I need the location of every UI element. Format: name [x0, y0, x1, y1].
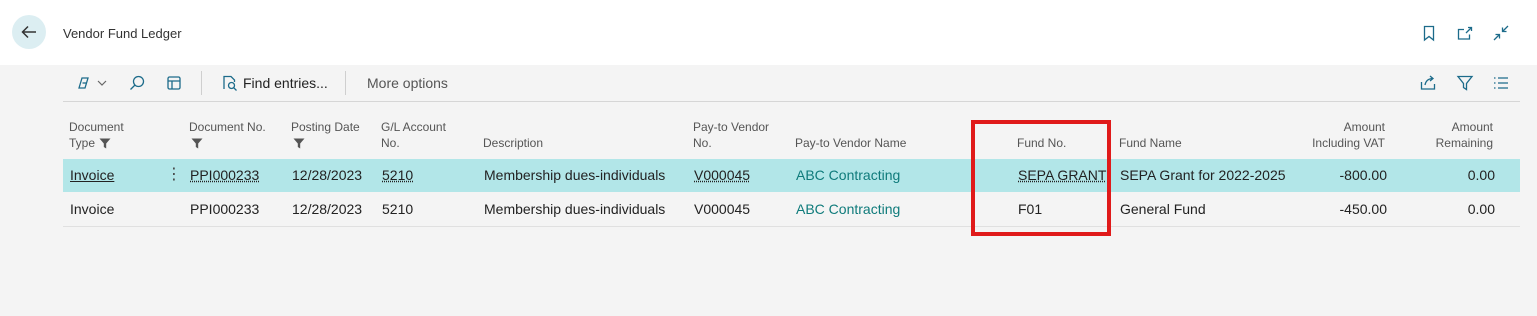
fund-name-cell: SEPA Grant for 2022-2025 — [1120, 167, 1286, 183]
list-view-button[interactable] — [1492, 74, 1510, 92]
column-header-label: Including VAT — [1312, 136, 1385, 150]
column-header-label: Fund Name — [1119, 136, 1182, 150]
column-header-amount-remaining[interactable]: Amount Remaining — [1403, 119, 1493, 151]
document-type-cell[interactable]: Invoice — [70, 193, 114, 226]
column-header-description[interactable]: Description — [483, 135, 543, 151]
amount-including-vat-cell: -800.00 — [1339, 167, 1387, 183]
column-header-fund-no[interactable]: Fund No. — [1017, 135, 1066, 151]
more-options-button[interactable]: More options — [367, 74, 448, 92]
filter-button[interactable] — [1456, 74, 1474, 92]
column-header-label: No. — [381, 136, 400, 150]
pay-to-vendor-name-cell[interactable]: ABC Contracting — [796, 193, 900, 226]
back-arrow-icon — [21, 25, 36, 39]
action-bar: Find entries... More options — [63, 65, 1520, 102]
pay-to-vendor-name-cell[interactable]: ABC Contracting — [796, 159, 900, 192]
document-no-cell[interactable]: PPI000233 — [190, 159, 259, 192]
column-header-label: No. — [693, 136, 712, 150]
toolbar-divider — [201, 71, 202, 95]
copilot-menu-button[interactable] — [75, 74, 108, 92]
pay-to-vendor-no-cell[interactable]: V000045 — [694, 159, 750, 192]
chevron-down-icon — [97, 80, 107, 86]
gl-account-no-cell[interactable]: 5210 — [382, 159, 413, 192]
fund-no-cell[interactable]: F01 — [1018, 193, 1042, 226]
pay-to-vendor-no-cell[interactable]: V000045 — [694, 193, 750, 226]
column-header-label: Amount — [1451, 120, 1493, 134]
edit-list-button[interactable] — [165, 74, 183, 92]
amount-remaining-cell: 0.00 — [1467, 201, 1495, 217]
page-title: Vendor Fund Ledger — [63, 26, 182, 41]
column-header-fund-name[interactable]: Fund Name — [1119, 135, 1182, 151]
fund-name-cell: General Fund — [1120, 201, 1206, 217]
gl-account-no-cell[interactable]: 5210 — [382, 193, 413, 226]
column-header-document-no[interactable]: Document No. — [189, 119, 266, 151]
column-header-gl-account-no[interactable]: G/L Account No. — [381, 119, 446, 151]
share-button[interactable] — [1419, 74, 1437, 92]
filter-icon — [293, 138, 305, 149]
column-header-amount-including-vat[interactable]: Amount Including VAT — [1285, 119, 1385, 151]
column-header-pay-to-vendor-no[interactable]: Pay-to Vendor No. — [693, 119, 769, 151]
row-actions-menu[interactable]: ⋮ — [166, 159, 182, 192]
filter-icon — [99, 138, 111, 149]
find-entries-icon — [223, 75, 237, 91]
amount-including-vat-cell: -450.00 — [1339, 201, 1387, 217]
find-entries-button[interactable]: Find entries... — [221, 74, 328, 92]
fund-no-cell[interactable]: SEPA GRANT — [1018, 159, 1106, 192]
amount-remaining-cell: 0.00 — [1467, 167, 1495, 183]
column-header-label: Remaining — [1435, 136, 1493, 150]
column-header-label: Posting Date — [291, 120, 360, 134]
open-new-window-icon[interactable] — [1456, 24, 1474, 42]
filter-icon — [191, 138, 203, 149]
toolbar-divider — [345, 71, 346, 95]
column-header-posting-date[interactable]: Posting Date — [291, 119, 360, 151]
column-header-label: Type — [69, 136, 96, 150]
collapse-icon[interactable] — [1492, 24, 1510, 42]
list-view-icon — [1494, 77, 1508, 89]
back-button[interactable] — [12, 15, 46, 49]
column-header-pay-to-vendor-name[interactable]: Pay-to Vendor Name — [795, 135, 906, 151]
column-header-label: Amount — [1343, 120, 1385, 134]
column-header-label: Document — [69, 120, 124, 134]
description-cell: Membership dues-individuals — [484, 201, 666, 217]
find-entries-label: Find entries... — [243, 75, 328, 91]
column-header-label: G/L Account — [381, 120, 446, 134]
posting-date-cell: 12/28/2023 — [292, 201, 363, 217]
table-row[interactable]: Invoice PPI000233 12/28/2023 5210 Member… — [63, 193, 1520, 227]
description-cell: Membership dues-individuals — [484, 167, 666, 183]
bookmark-icon[interactable] — [1420, 24, 1438, 42]
column-header-label: Document No. — [189, 120, 266, 134]
table-row[interactable]: Invoice ⋮ PPI000233 12/28/2023 5210 Memb… — [63, 159, 1520, 192]
column-header-label: Pay-to Vendor Name — [795, 136, 907, 150]
more-options-label: More options — [367, 75, 448, 91]
share-icon — [1420, 75, 1436, 90]
document-no-cell[interactable]: PPI000233 — [190, 193, 259, 226]
column-header-label: Description — [483, 136, 544, 150]
column-header-label: Fund No. — [1017, 136, 1067, 150]
edit-list-icon — [167, 76, 181, 90]
copilot-icon — [78, 77, 89, 89]
filter-icon — [1456, 75, 1474, 91]
search-button[interactable] — [128, 74, 146, 92]
document-type-cell[interactable]: Invoice — [70, 159, 114, 192]
column-header-document-type[interactable]: Document Type — [69, 119, 124, 151]
column-header-label: Pay-to Vendor — [693, 120, 770, 134]
search-icon — [130, 75, 145, 90]
page-header: Vendor Fund Ledger — [0, 0, 1537, 65]
posting-date-cell: 12/28/2023 — [292, 167, 363, 183]
